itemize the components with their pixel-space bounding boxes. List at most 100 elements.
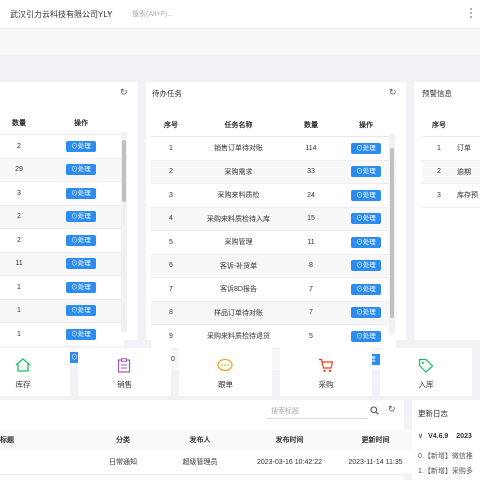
process-button[interactable]: ⊙处理	[351, 213, 381, 225]
process-button[interactable]: ⊙处理	[66, 187, 96, 199]
qty-cell: 11	[0, 252, 38, 276]
scrollbar[interactable]	[389, 134, 395, 334]
task-no: 3	[151, 183, 191, 208]
notice-publisher: 超级管理员	[159, 451, 241, 475]
col-action: 操作	[336, 114, 396, 137]
task-qty: 11	[286, 230, 336, 255]
table-row: 8 样品订单待对账 7 ⊙处理	[151, 301, 396, 325]
qty-cell: 1	[0, 299, 38, 323]
col-no: 序号	[422, 114, 456, 137]
process-button[interactable]: ⊙处理	[351, 330, 381, 342]
process-button[interactable]: ⊙处理	[351, 166, 381, 178]
table-row: 3 采购来料质检 24 ⊙处理	[151, 183, 396, 208]
scrollbar-thumb[interactable]	[390, 148, 394, 318]
task-qty: 24	[286, 183, 336, 208]
process-button[interactable]: ⊙处理	[66, 211, 96, 223]
changelog-version-row[interactable]: ∨ V4.6.9 2023	[418, 432, 480, 440]
process-button[interactable]: ⊙处理	[66, 234, 96, 246]
col-updated: 更新时间	[338, 429, 413, 451]
changelog-panel: 更新日志 ∨ V4.6.9 2023 0.【新增】微信推 1.【新增】采购多	[412, 400, 480, 480]
table-row[interactable]: 日常通知 超级管理员 2023-03-16 10:42:22 2023-11-1…	[0, 451, 413, 475]
process-button[interactable]: ⊙处理	[66, 328, 96, 340]
process-button[interactable]: ⊙处理	[351, 236, 381, 248]
col-action: 操作	[38, 112, 124, 135]
refresh-icon[interactable]: ↻	[388, 404, 396, 415]
quick-menu-inventory[interactable]: 库存	[0, 348, 70, 396]
chevron-down-icon[interactable]: ⌄	[106, 8, 112, 16]
qty-cell: 1	[0, 322, 38, 347]
task-name: 采购来料质检待入库	[191, 207, 286, 231]
alerts-panel: 预警信息 序号 1 订单 2 逾期 3 库存预	[414, 82, 480, 340]
table-row: 9 采购来料质检待退货 5 ⊙处理	[151, 324, 396, 349]
quick-menu-inbound[interactable]: 入库	[380, 348, 472, 396]
alert-name[interactable]: 逾期	[456, 160, 480, 184]
alerts-title: 预警信息	[422, 89, 452, 98]
task-name: 客诉-补货单	[191, 254, 286, 278]
process-button[interactable]: ⊙处理	[351, 142, 381, 154]
changelog-entry: 1.【新增】采购多	[418, 468, 473, 475]
chevron-down-icon: ∨	[418, 433, 424, 440]
home-icon	[15, 358, 31, 372]
task-no: 2	[151, 160, 191, 184]
process-button[interactable]: ⊙处理	[351, 307, 381, 319]
task-qty: 5	[286, 324, 336, 349]
qty-cell: 2	[0, 228, 38, 253]
quick-menu-sales[interactable]: 销售	[78, 348, 171, 396]
alert-no: 2	[422, 160, 456, 184]
company-selector[interactable]: 武汉引力云科技有限公司YLY	[10, 9, 113, 20]
cart-icon	[319, 358, 334, 372]
process-button[interactable]: ⊙处理	[66, 164, 96, 176]
more-vertical-icon[interactable]	[470, 8, 473, 18]
qty-cell: 1	[0, 275, 38, 300]
notice-search-input[interactable]: 搜索标题	[266, 406, 367, 419]
quick-menu-label: 销售	[117, 380, 132, 389]
scrollbar-thumb[interactable]	[122, 140, 126, 202]
task-qty: 114	[286, 136, 336, 161]
process-button[interactable]: ⊙处理	[66, 140, 96, 152]
col-qty: 数量	[286, 114, 336, 137]
quick-menu-label: 跟单	[218, 380, 233, 389]
notice-published: 2023-03-16 10:42:22	[241, 451, 338, 475]
task-no: 5	[151, 230, 191, 255]
process-button[interactable]: ⊙处理	[66, 281, 96, 293]
tag-icon	[418, 358, 434, 373]
version-label: V4.6.9	[428, 433, 449, 440]
alert-name[interactable]: 订单	[456, 136, 480, 161]
process-button[interactable]: ⊙处理	[351, 260, 381, 272]
alert-name[interactable]: 库存预	[456, 183, 480, 208]
quick-menu-label: 采购	[318, 380, 334, 389]
notice-category: 日常通知	[87, 451, 159, 475]
notices-table: 标题 分类 发布人 发布时间 更新时间 日常通知 超级管理员 2023-03-1…	[0, 429, 413, 475]
process-button[interactable]: ⊙处理	[351, 283, 381, 295]
quick-menu-followup[interactable]: 跟单	[179, 348, 272, 396]
global-search-input[interactable]: 搜索(Alt+F)...	[132, 9, 173, 19]
todo-title: 待办任务	[152, 89, 182, 98]
col-qty: 数量	[0, 112, 38, 135]
task-qty: 8	[286, 254, 336, 278]
quick-menu-purchase[interactable]: 采购	[280, 348, 372, 396]
quick-menu-label: 入库	[418, 380, 434, 389]
clipboard-icon	[117, 358, 131, 373]
todo-table: 序号 任务名称 数量 操作 1 销售订单待对账 114 ⊙处理 2 采购需求 33 ⊙处理 3 采…	[151, 114, 396, 372]
task-name: 销售订单待对账	[191, 136, 286, 161]
todo-panel: 待办任务 ↻ 序号 任务名称 数量 操作 1 销售订单待对账 114 ⊙处理 2 采购需求…	[146, 82, 406, 372]
process-button[interactable]: ⊙处理	[66, 258, 96, 270]
process-button[interactable]: ⊙处理	[351, 189, 381, 201]
alerts-table: 序号 1 订单 2 逾期 3 库存预	[422, 114, 480, 208]
table-row: 4 采购来料质检待入库 15 ⊙处理	[151, 207, 396, 231]
alert-no: 1	[422, 136, 456, 161]
scrollbar[interactable]	[121, 132, 127, 332]
task-name: 样品订单待对账	[191, 301, 286, 325]
refresh-icon[interactable]: ↻	[120, 87, 128, 98]
refresh-icon[interactable]: ↻	[389, 87, 397, 98]
task-no: 1	[151, 136, 191, 161]
col-published: 发布时间	[241, 429, 338, 451]
col-category: 分类	[87, 429, 159, 451]
table-row: 6 客诉-补货单 8 ⊙处理	[151, 254, 396, 278]
process-button[interactable]: ⊙处理	[66, 305, 96, 317]
col-no: 序号	[151, 114, 191, 137]
task-qty: 33	[286, 160, 336, 184]
task-qty: 15	[286, 207, 336, 231]
task-qty: 7	[286, 301, 336, 325]
search-icon[interactable]	[370, 406, 379, 415]
